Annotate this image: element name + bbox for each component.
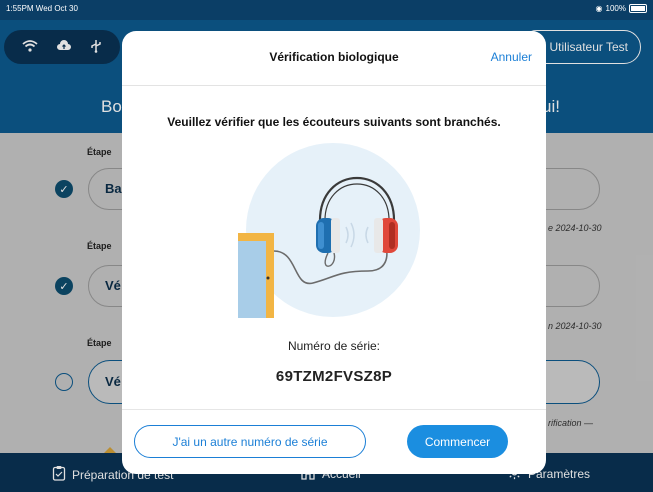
cancel-button[interactable]: Annuler [491, 50, 532, 64]
other-serial-button-label: J'ai un autre numéro de série [172, 434, 328, 449]
modal-title: Vérification biologique [269, 50, 399, 64]
battery-icon [629, 4, 647, 13]
status-right: ◉ 100% [596, 4, 647, 13]
status-time: 1:55PM Wed Oct 30 [6, 4, 78, 13]
serial-number-value: 69TZM2FVSZ8P [275, 368, 393, 385]
wifi-icon: ◉ [595, 4, 603, 13]
start-button[interactable]: Commencer [407, 425, 508, 458]
modal-footer: J'ai un autre numéro de série Commencer [122, 409, 546, 474]
other-serial-button[interactable]: J'ai un autre numéro de série [134, 425, 366, 458]
start-button-label: Commencer [424, 434, 491, 449]
biological-check-modal: Vérification biologique Annuler Veuillez… [122, 31, 546, 474]
serial-number-label: Numéro de série: [287, 339, 381, 353]
headphones-illustration [238, 143, 428, 318]
instruction-text: Veuillez vérifier que les écouteurs suiv… [167, 115, 501, 129]
battery-percent: 100% [605, 4, 626, 13]
status-bar: 1:55PM Wed Oct 30 ◉ 100% [0, 0, 653, 20]
modal-header: Vérification biologique Annuler [122, 31, 546, 86]
